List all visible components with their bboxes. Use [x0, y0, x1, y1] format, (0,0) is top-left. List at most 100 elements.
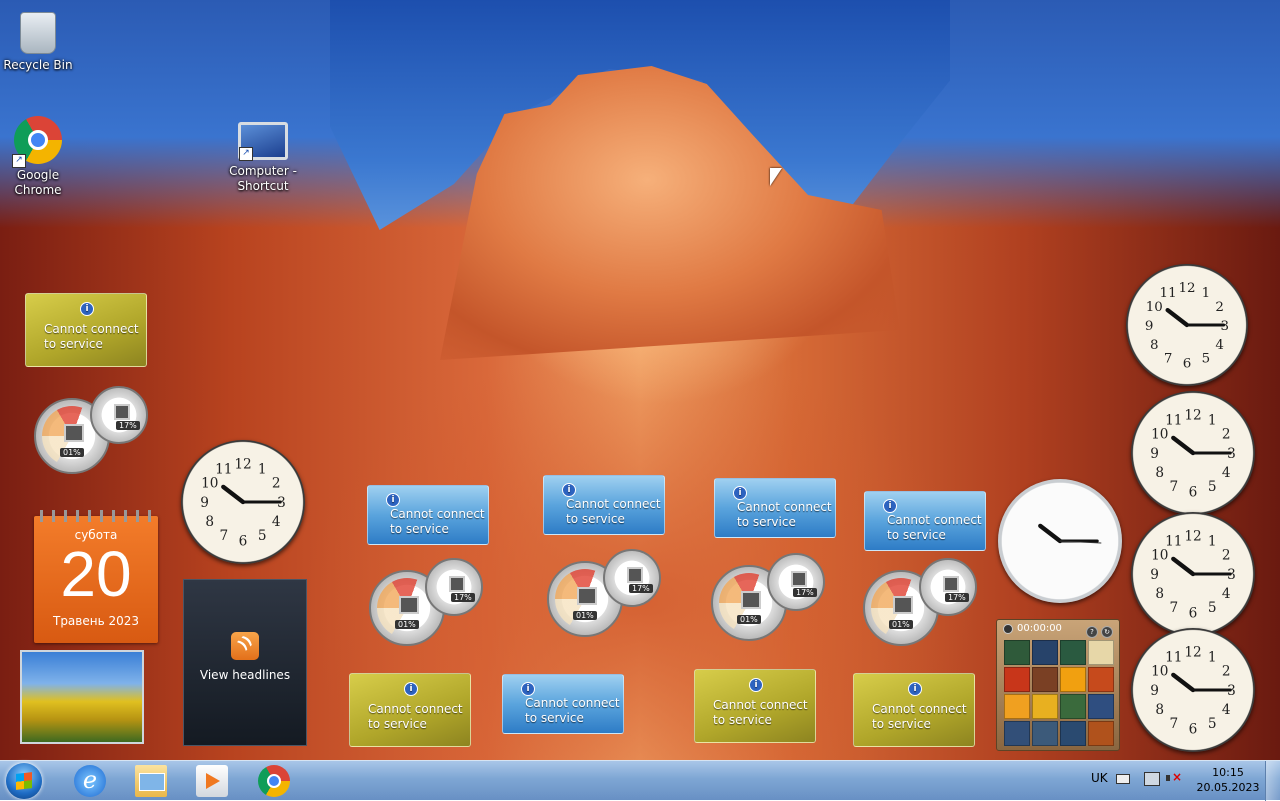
weather-message-line1: Cannot connect	[737, 500, 832, 514]
cpu-percent: 01%	[889, 620, 913, 629]
puzzle-tile[interactable]	[1032, 694, 1058, 719]
clock-gadget[interactable]: 1 2 3 4 5 6 7 8 9 10 11 12	[1126, 264, 1248, 386]
desktop-icon-google-chrome[interactable]: ↗ Google Chrome	[0, 116, 76, 198]
mouse-cursor	[770, 168, 782, 186]
clock-gadget[interactable]	[998, 479, 1122, 603]
clock-numeral: 4	[272, 514, 281, 530]
puzzle-tile[interactable]	[1004, 640, 1030, 665]
puzzle-tile[interactable]	[1032, 667, 1058, 692]
cpu-chip-icon	[741, 591, 761, 609]
clock-numeral: 10	[1146, 300, 1163, 315]
calendar-month-year: Травень 2023	[52, 614, 140, 628]
weather-gadget[interactable]: iCannot connect to service	[864, 491, 986, 551]
start-button[interactable]	[6, 763, 42, 799]
network-icon[interactable]	[1144, 772, 1160, 786]
media-player-taskbar-button[interactable]	[196, 765, 228, 797]
memory-percent: 17%	[945, 593, 969, 602]
hour-hand	[1171, 435, 1196, 456]
clock-numeral: 6	[1189, 721, 1198, 737]
clock-numeral: 8	[1155, 702, 1164, 718]
chrome-label-line1: Google	[16, 168, 60, 182]
view-headlines-label[interactable]: View headlines	[184, 668, 306, 682]
puzzle-tile[interactable]	[1088, 721, 1114, 746]
hour-hand	[1038, 523, 1063, 544]
cpu-chip-icon	[577, 587, 597, 605]
puzzle-tile[interactable]	[1032, 640, 1058, 665]
weather-message-line2: to service	[872, 717, 931, 731]
clock-gadget[interactable]: 1 2 3 4 5 6 7 8 9 10 11 12	[1131, 628, 1255, 752]
clock-numeral: 11	[215, 462, 232, 478]
clock-numeral: 7	[1169, 479, 1178, 495]
puzzle-tile[interactable]	[1004, 721, 1030, 746]
puzzle-tile[interactable]	[1060, 694, 1086, 719]
desktop-icon-recycle-bin[interactable]: Recycle Bin	[0, 8, 76, 73]
puzzle-tile[interactable]	[1004, 694, 1030, 719]
puzzle-tile[interactable]	[1060, 640, 1086, 665]
language-indicator[interactable]: UK	[1091, 771, 1108, 785]
puzzle-tile[interactable]	[1088, 694, 1114, 719]
desktop-icon-computer-shortcut[interactable]: ↗ Computer - Shortcut	[223, 116, 303, 194]
clock-numeral: 2	[272, 476, 281, 492]
memory-percent: 17%	[451, 593, 475, 602]
weather-gadget[interactable]: iCannot connect to service	[502, 674, 624, 734]
weather-gadget[interactable]: i Cannot connect to service	[349, 673, 471, 747]
cpu-meter-gadget[interactable]: 01% 17%	[547, 549, 672, 637]
weather-gadget[interactable]: i Cannot connect to service	[25, 293, 147, 367]
info-icon: i	[521, 681, 535, 696]
clock-gadget[interactable]: 1 2 3 4 5 6 7 8 9 10 11 12	[1131, 391, 1255, 515]
puzzle-tile[interactable]	[1060, 721, 1086, 746]
weather-gadget[interactable]: i Cannot connect to service	[694, 669, 816, 743]
shortcut-arrow-icon: ↗	[239, 147, 253, 161]
puzzle-tile[interactable]	[1088, 640, 1114, 665]
help-icon[interactable]: ?	[1086, 626, 1098, 638]
file-explorer-taskbar-button[interactable]	[135, 765, 167, 797]
shuffle-icon[interactable]: ↻	[1101, 626, 1113, 638]
weather-message-line2: to service	[566, 512, 625, 526]
info-icon: i	[749, 678, 763, 692]
clock-numeral: 6	[1189, 605, 1198, 621]
chrome-taskbar-button[interactable]	[258, 765, 290, 797]
cpu-percent: 01%	[60, 448, 84, 457]
info-icon: i	[80, 302, 94, 316]
weather-gadget[interactable]: iCannot connect to service	[714, 478, 836, 538]
slideshow-gadget[interactable]	[20, 650, 144, 744]
feed-headlines-gadget[interactable]: View headlines	[183, 579, 307, 746]
calendar-gadget[interactable]: субота 20 Травень 2023	[34, 510, 158, 643]
clock-numeral: 4	[1222, 586, 1231, 602]
system-clock[interactable]: 10:15 20.05.2023	[1196, 765, 1260, 795]
keyboard-icon[interactable]	[1116, 774, 1130, 784]
puzzle-tile[interactable]	[1032, 721, 1058, 746]
clock-numeral: 12	[1184, 645, 1201, 661]
clock-time: 10:15	[1212, 766, 1244, 779]
clock-numeral: 5	[1208, 716, 1217, 732]
weather-message-line2: to service	[390, 522, 449, 536]
hour-hand	[221, 484, 246, 505]
internet-explorer-taskbar-button[interactable]: e	[74, 765, 106, 797]
cpu-meter-gadget[interactable]: 01% 17%	[711, 553, 836, 641]
memory-chip-icon	[627, 567, 643, 583]
computer-label-line1: Computer -	[229, 164, 297, 178]
puzzle-tile[interactable]	[1088, 667, 1114, 692]
weather-gadget[interactable]: iCannot connect to service	[543, 475, 665, 535]
memory-chip-icon	[943, 576, 959, 592]
puzzle-tile[interactable]	[1060, 667, 1086, 692]
clock-numeral: 11	[1165, 534, 1182, 550]
picture-puzzle-gadget[interactable]: 00:00:00 ? ↻	[996, 619, 1120, 751]
clock-face: 1234567891011 12	[200, 457, 286, 550]
weather-gadget[interactable]: iCannot connect to service	[367, 485, 489, 545]
weather-gadget[interactable]: i Cannot connect to service	[853, 673, 975, 747]
cpu-meter-gadget[interactable]: 01% 17%	[863, 558, 988, 646]
cpu-meter-gadget[interactable]: 01% 17%	[369, 558, 494, 646]
weather-message-line1: Cannot connect	[525, 696, 620, 710]
clock-numeral: 1	[258, 462, 267, 478]
show-desktop-button[interactable]	[1265, 761, 1280, 801]
clock-gadget[interactable]: 1 2 3 4 5 6 7 8 9 10 11 12	[181, 440, 305, 564]
shortcut-arrow-icon: ↗	[12, 154, 26, 168]
clock-numeral: 1	[1208, 413, 1217, 429]
puzzle-tile[interactable]	[1004, 667, 1030, 692]
volume-muted-icon[interactable]	[1166, 770, 1182, 784]
cpu-meter-gadget[interactable]: 01% 17%	[34, 386, 159, 474]
info-icon: i	[733, 485, 747, 500]
clock-face: 1234567891011 12	[1150, 408, 1236, 501]
clock-gadget[interactable]: 1 2 3 4 5 6 7 8 9 10 11 12	[1131, 512, 1255, 636]
